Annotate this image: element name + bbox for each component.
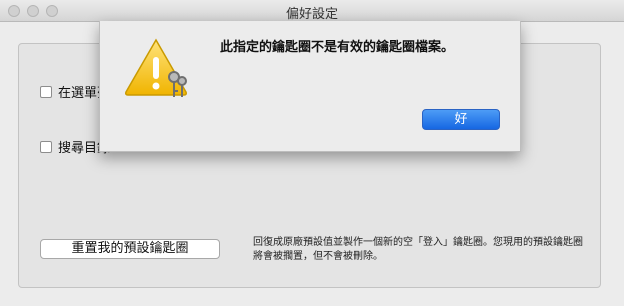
- alert-message: 此指定的鑰匙圈不是有效的鑰匙圈檔案。: [220, 40, 455, 55]
- warning-keychain-icon: [125, 38, 187, 97]
- reset-description-line1: 回復成原廠預設值並製作一個新的空「登入」鑰匙圈。您現用的預設鑰匙圈: [253, 237, 583, 248]
- menu-bar-checkbox[interactable]: [40, 85, 52, 98]
- search-directory-checkbox[interactable]: [40, 140, 52, 153]
- reset-description: 回復成原廠預設值並製作一個新的空「登入」鑰匙圈。您現用的預設鑰匙圈 將會被擱置，…: [253, 236, 593, 264]
- preferences-window: 偏好設定 在選單列 搜尋目錄 重置我的預設鑰匙圈 回復成原廠預設值並製作一個新的…: [0, 0, 624, 306]
- reset-default-keychain-button[interactable]: 重置我的預設鑰匙圈: [40, 239, 220, 259]
- alert-sheet: 此指定的鑰匙圈不是有效的鑰匙圈檔案。 好: [99, 21, 521, 152]
- ok-button[interactable]: 好: [422, 109, 500, 130]
- reset-description-line2: 將會被擱置，但不會被刪除。: [253, 251, 383, 262]
- title-bar: 偏好設定: [0, 0, 624, 22]
- window-title: 偏好設定: [285, 7, 338, 22]
